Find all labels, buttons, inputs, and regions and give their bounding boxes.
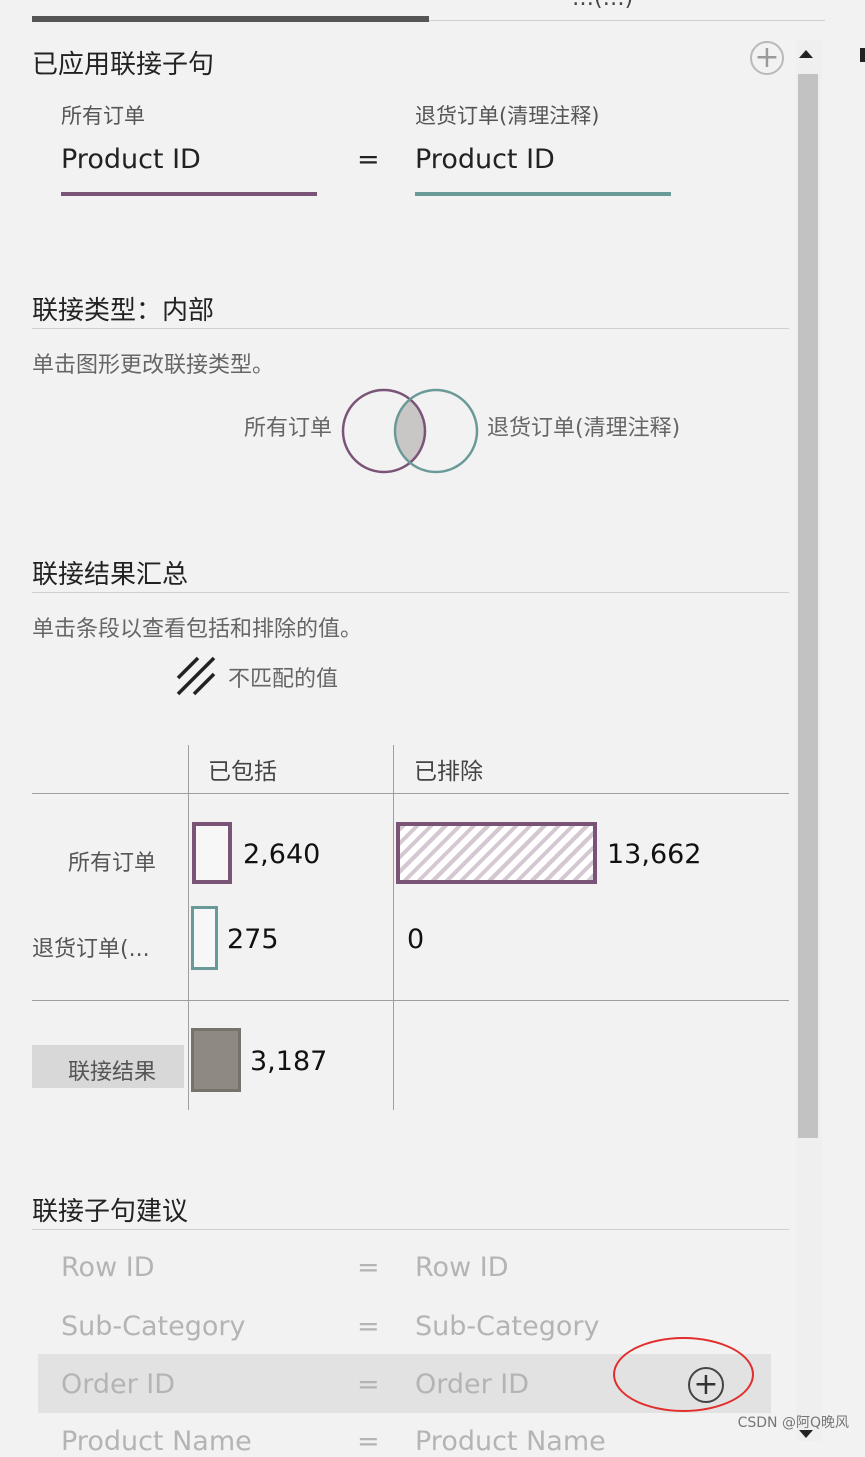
suggestion-left-field[interactable]: Sub-Category <box>61 1311 245 1342</box>
suggestion-operator: = <box>357 1252 380 1283</box>
suggestion-right-field[interactable]: Order ID <box>415 1369 529 1400</box>
plus-circle-icon[interactable]: + <box>750 41 784 75</box>
venn-left-label: 所有订单 <box>244 416 333 441</box>
venn-diagram-icon[interactable] <box>340 386 482 478</box>
legend-label: 不匹配的值 <box>228 667 339 692</box>
join-type-title: 联接类型：内部 <box>32 296 215 326</box>
included-bar-right[interactable] <box>191 906 218 970</box>
suggestion-right-field[interactable]: Product Name <box>415 1426 606 1457</box>
divider <box>32 328 789 329</box>
join-type-hint: 单击图形更改联接类型。 <box>32 353 275 378</box>
suggestion-operator: = <box>357 1311 380 1342</box>
row-label-right-table: 退货订单(... <box>32 937 150 962</box>
active-tab-indicator <box>32 16 429 22</box>
table-divider <box>32 793 789 794</box>
highlight-circle <box>613 1337 754 1412</box>
table-divider <box>32 1000 789 1001</box>
summary-hint: 单击条段以查看包括和排除的值。 <box>32 617 363 642</box>
suggestion-left-field[interactable]: Product Name <box>61 1426 252 1457</box>
excluded-bar-left[interactable] <box>396 822 597 884</box>
excluded-value-left: 13,662 <box>607 839 702 870</box>
table-divider <box>393 745 394 1110</box>
result-bar[interactable] <box>191 1028 241 1092</box>
right-table-label: 退货订单(清理注释) <box>415 104 600 128</box>
table-divider <box>188 745 189 1110</box>
right-field-underline <box>415 192 671 196</box>
suggestion-left-field[interactable]: Order ID <box>61 1369 175 1400</box>
included-bar-left[interactable] <box>192 822 232 884</box>
applied-clause-title: 已应用联接子句 <box>32 50 215 80</box>
window-edge <box>860 48 865 62</box>
result-value: 3,187 <box>250 1046 328 1077</box>
suggestion-left-field[interactable]: Row ID <box>61 1252 155 1283</box>
join-operator[interactable]: = <box>357 144 380 175</box>
divider <box>32 592 789 593</box>
venn-right-label: 退货订单(清理注释) <box>487 416 681 441</box>
hatch-legend-icon <box>176 656 216 696</box>
suggestions-title: 联接子句建议 <box>32 1197 189 1227</box>
result-label: 联接结果 <box>68 1060 157 1085</box>
col-excluded: 已排除 <box>414 759 483 785</box>
watermark: CSDN @阿Q晚风 <box>737 1415 849 1431</box>
included-value-left: 2,640 <box>243 839 321 870</box>
suggestion-right-field[interactable]: Row ID <box>415 1252 509 1283</box>
col-included: 已包括 <box>208 759 277 785</box>
row-label-left-table: 所有订单 <box>68 851 157 876</box>
right-field-select[interactable]: Product ID <box>415 144 555 175</box>
partial-tab-label[interactable]: …(…) <box>572 0 633 11</box>
scrollbar-thumb[interactable] <box>798 74 818 1138</box>
left-field-select[interactable]: Product ID <box>61 144 201 175</box>
scroll-up-arrow-icon[interactable] <box>799 50 813 58</box>
divider <box>32 1229 789 1230</box>
left-table-label: 所有订单 <box>61 104 145 128</box>
suggestion-right-field[interactable]: Sub-Category <box>415 1311 599 1342</box>
summary-title: 联接结果汇总 <box>32 560 189 590</box>
suggestion-operator: = <box>357 1426 380 1457</box>
suggestion-operator: = <box>357 1369 380 1400</box>
included-value-right: 275 <box>227 924 279 955</box>
left-field-underline <box>61 192 317 196</box>
excluded-value-right: 0 <box>407 924 425 955</box>
